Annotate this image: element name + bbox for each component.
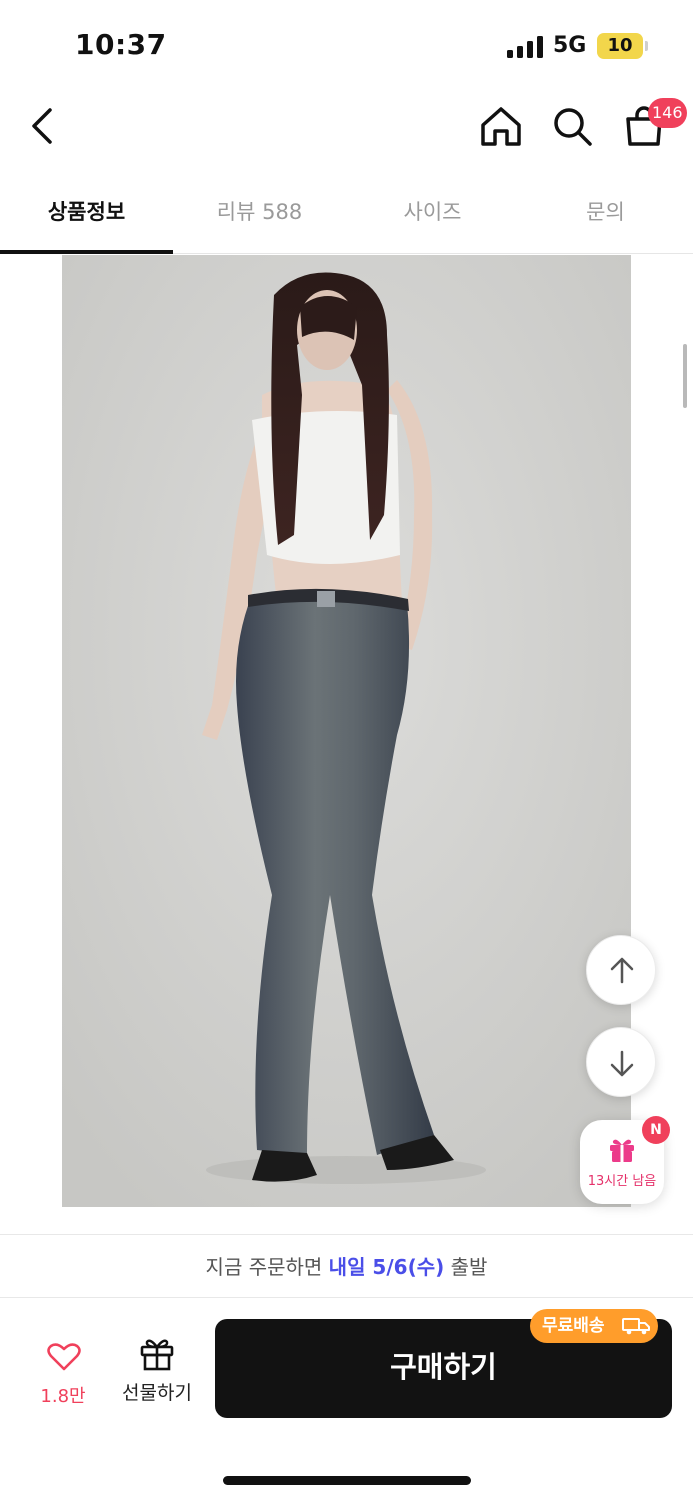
shipping-suffix: 출발 xyxy=(444,1255,488,1279)
battery-icon: 10 xyxy=(597,33,643,59)
product-image xyxy=(62,255,631,1207)
gift-label: 선물하기 xyxy=(122,1382,192,1404)
free-shipping-badge: 무료배송 xyxy=(530,1309,658,1343)
gift-timer-label: 13시간 남음 xyxy=(587,1174,657,1189)
free-shipping-label: 무료배송 xyxy=(542,1316,605,1336)
scroll-down-button[interactable] xyxy=(586,1027,656,1097)
shipping-prefix: 지금 주문하면 xyxy=(205,1255,329,1279)
tab-product-info[interactable]: 상품정보 xyxy=(0,182,173,254)
cart-count-badge: 146 xyxy=(648,98,687,128)
network-type: 5G xyxy=(553,33,587,58)
shipping-date: 내일 5/6(수) xyxy=(328,1255,445,1279)
gift-icon xyxy=(610,1139,634,1162)
gift-box-icon xyxy=(140,1339,174,1371)
search-icon[interactable] xyxy=(550,104,594,148)
home-indicator xyxy=(223,1476,471,1485)
truck-icon xyxy=(622,1318,650,1335)
home-icon[interactable] xyxy=(478,104,524,148)
like-button[interactable]: 1.8만 xyxy=(20,1338,106,1408)
gift-button[interactable]: 선물하기 xyxy=(112,1336,202,1408)
heart-icon xyxy=(47,1343,81,1371)
new-badge: N xyxy=(642,1116,670,1144)
status-time: 10:37 xyxy=(75,28,167,61)
status-bar: 10:37 5G 10 xyxy=(0,0,693,90)
scrollbar[interactable] xyxy=(683,344,687,408)
tab-size[interactable]: 사이즈 xyxy=(346,182,519,254)
tab-reviews[interactable]: 리뷰 588 xyxy=(173,182,346,254)
back-icon[interactable] xyxy=(26,104,58,148)
battery-tip xyxy=(645,41,648,51)
tab-bar: 상품정보 리뷰 588 사이즈 문의 xyxy=(0,182,693,254)
shipping-notice: 지금 주문하면 내일 5/6(수) 출발 xyxy=(0,1234,693,1298)
arrow-up-icon xyxy=(610,957,634,984)
like-count: 1.8만 xyxy=(40,1386,86,1407)
tab-inquiry[interactable]: 문의 xyxy=(519,182,692,254)
arrow-down-icon xyxy=(610,1050,634,1077)
scroll-up-button[interactable] xyxy=(586,935,656,1005)
signal-icon xyxy=(507,36,543,58)
tab-active-indicator xyxy=(0,250,173,254)
